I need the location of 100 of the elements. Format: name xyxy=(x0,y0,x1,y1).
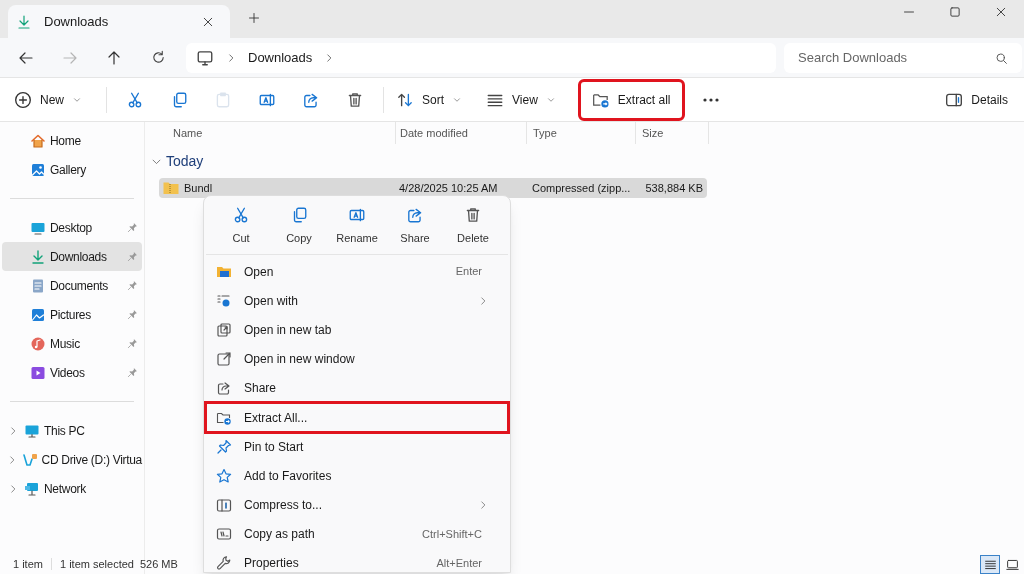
details-view-button[interactable] xyxy=(980,554,1000,574)
pin-icon xyxy=(127,367,138,378)
video-icon xyxy=(30,364,46,381)
menu-action-button[interactable]: Share xyxy=(386,202,444,250)
chevron-right-icon xyxy=(8,483,18,494)
app-grid-icon xyxy=(216,292,232,309)
column-header[interactable]: Type xyxy=(533,124,557,142)
plus-circle-icon xyxy=(14,90,32,109)
chevron-right-icon xyxy=(478,295,488,306)
sidebar-item[interactable]: Downloads xyxy=(2,242,142,271)
group-header[interactable]: Today xyxy=(151,150,204,172)
menu-action-button[interactable]: Copy xyxy=(270,202,328,250)
sidebar-item[interactable]: CD Drive (D:) Virtua xyxy=(2,445,142,474)
more-icon xyxy=(701,96,720,103)
column-header[interactable]: Name xyxy=(173,124,203,142)
date-cell: 4/28/2025 10:25 AM xyxy=(399,181,498,194)
clipboard-icon xyxy=(214,90,232,109)
search-icon xyxy=(995,51,1008,65)
sidebar-item[interactable]: Documents xyxy=(2,271,142,300)
menu-item[interactable]: Open Enter xyxy=(206,257,508,287)
extract-all-button[interactable]: Extract all xyxy=(579,80,683,119)
chevron-right-icon xyxy=(8,425,18,436)
new-window-icon xyxy=(216,351,232,368)
close-icon xyxy=(202,15,214,28)
menu-action-button[interactable]: Cut xyxy=(212,202,270,250)
new-tab-icon xyxy=(216,321,232,338)
pictures-icon xyxy=(30,306,46,323)
menu-item[interactable]: Add to Favorites xyxy=(206,461,508,491)
menu-item[interactable]: Share xyxy=(206,373,508,403)
trash-icon xyxy=(464,205,482,224)
shortcut-label: Enter xyxy=(455,264,482,280)
refresh-icon xyxy=(150,50,166,65)
status-text: 1 item selected xyxy=(59,556,134,572)
shortcut-label: Alt+Enter xyxy=(436,556,482,572)
trash-icon xyxy=(346,90,364,109)
download-icon xyxy=(30,248,46,265)
pin-icon xyxy=(127,280,138,291)
file-row[interactable]: Bundl 4/28/2025 10:25 AM Compressed (zipp... 538,884 KB xyxy=(159,178,707,198)
sidebar-item[interactable]: Music xyxy=(2,329,142,358)
tile-icon xyxy=(1005,557,1019,571)
pin-icon xyxy=(127,251,138,262)
column-header[interactable]: Date modified xyxy=(400,124,468,142)
up-arrow-icon xyxy=(106,49,122,66)
file-name: Bundl xyxy=(184,180,213,196)
download-icon xyxy=(16,13,32,30)
monitor-icon xyxy=(196,48,214,67)
menu-item[interactable]: Extract All... xyxy=(206,402,508,433)
menu-item[interactable]: Copy as path Ctrl+Shift+C xyxy=(206,519,508,549)
status-text: 1 item xyxy=(13,556,43,572)
sidebar-item[interactable]: Videos xyxy=(2,358,142,387)
sidebar-item[interactable]: Gallery xyxy=(2,155,142,184)
archive-icon xyxy=(216,497,232,514)
scissors-icon xyxy=(232,205,250,224)
breadcrumb-item[interactable]: Downloads xyxy=(248,47,313,68)
maximize-icon xyxy=(949,6,961,18)
menu-item[interactable]: Properties Alt+Enter xyxy=(206,548,508,572)
status-text: 526 MB xyxy=(139,556,178,572)
view-button[interactable]: View xyxy=(480,83,562,116)
pin-icon xyxy=(127,338,138,349)
menu-item[interactable]: Open in new window xyxy=(206,344,508,374)
tab-title: Downloads xyxy=(44,12,110,31)
home-icon xyxy=(30,132,46,149)
new-button[interactable]: New xyxy=(8,83,88,116)
search-field[interactable]: Search Downloads xyxy=(784,42,1022,73)
close-icon xyxy=(995,6,1007,18)
sidebar-item[interactable]: Pictures xyxy=(2,300,142,329)
type-cell: Compressed (zipp... xyxy=(532,181,631,194)
chevron-right-icon xyxy=(226,52,236,63)
menu-item[interactable]: Open with xyxy=(206,286,508,316)
network-icon xyxy=(24,480,40,497)
wrench-icon xyxy=(216,555,232,572)
menu-item[interactable]: Open in new tab xyxy=(206,315,508,345)
scissors-icon xyxy=(126,90,144,109)
gallery-icon xyxy=(30,161,46,178)
chevron-right-icon xyxy=(478,500,488,511)
tab[interactable]: Downloads xyxy=(8,5,230,38)
menu-item[interactable]: Compress to... xyxy=(206,490,508,520)
address-bar[interactable]: Downloads xyxy=(186,42,776,73)
shortcut-label: Ctrl+Shift+C xyxy=(422,527,482,543)
details-button[interactable]: Details xyxy=(939,83,1014,116)
menu-action-button[interactable]: Delete xyxy=(444,202,502,250)
pin-icon xyxy=(216,438,232,455)
column-header[interactable]: Size xyxy=(642,124,664,142)
music-icon xyxy=(30,335,46,352)
pin-icon xyxy=(127,222,138,233)
document-icon xyxy=(30,277,46,294)
sidebar-item[interactable]: Desktop xyxy=(2,213,142,242)
path-icon xyxy=(216,526,232,543)
sidebar-item[interactable]: Network xyxy=(2,474,142,503)
zip-folder-icon xyxy=(163,181,179,195)
cd-drive-icon xyxy=(21,451,38,468)
size-cell: 538,884 KB xyxy=(645,181,703,194)
star-icon xyxy=(216,467,232,484)
sidebar-item[interactable]: Home xyxy=(2,126,142,155)
pin-icon xyxy=(127,309,138,320)
sidebar-item[interactable]: This PC xyxy=(2,416,142,445)
menu-item[interactable]: Pin to Start xyxy=(206,432,508,462)
plus-icon xyxy=(248,12,260,24)
sort-button[interactable]: Sort xyxy=(390,83,469,116)
menu-action-button[interactable]: Rename xyxy=(328,202,386,250)
